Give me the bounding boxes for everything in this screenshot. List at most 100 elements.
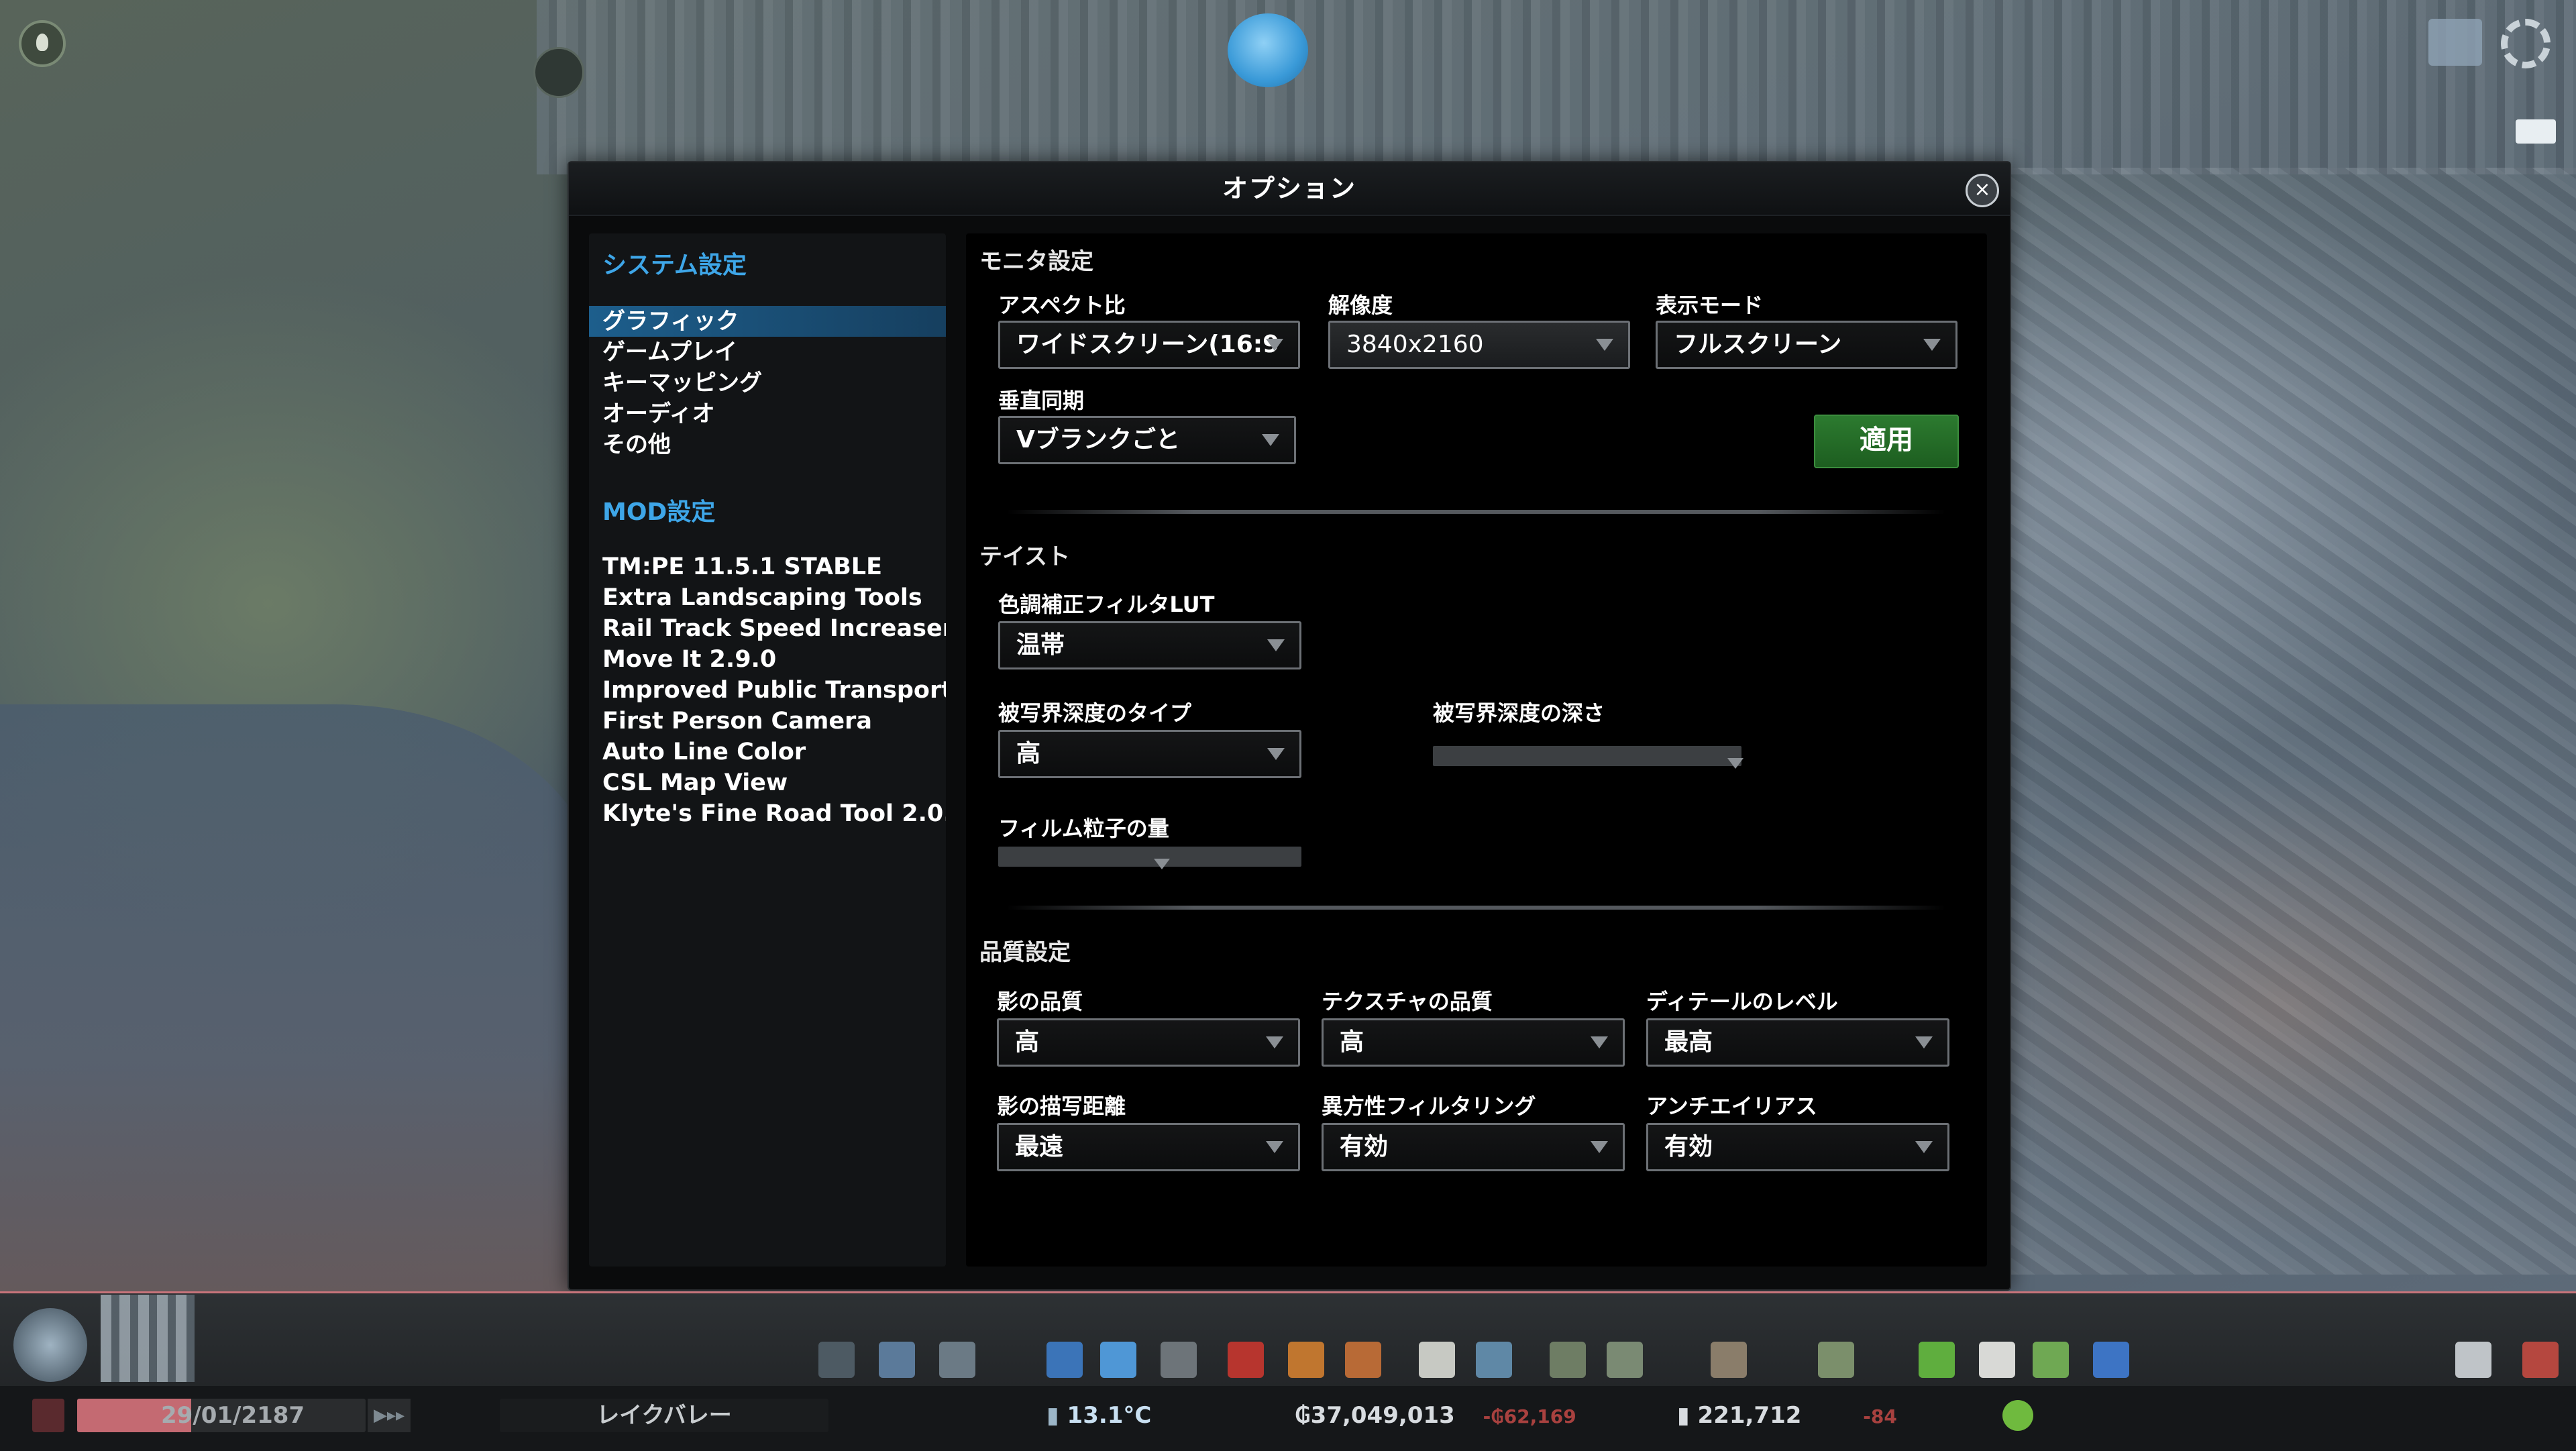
water-icon[interactable] — [1100, 1342, 1136, 1378]
dof-depth-slider[interactable] — [1433, 746, 1743, 769]
slider-handle[interactable] — [1727, 758, 1743, 769]
display-mode-value: フルスクリーン — [1674, 331, 1842, 358]
lut-dropdown[interactable]: 温帯 — [998, 621, 1301, 669]
mod-item[interactable]: CSL Map View — [589, 767, 946, 798]
city-name[interactable]: レイクバレー — [500, 1399, 828, 1432]
mod-item[interactable]: Rail Track Speed Increaser 2 — [589, 613, 946, 644]
dof-type-dropdown[interactable]: 高 — [998, 730, 1301, 778]
chevron-down-icon — [1262, 434, 1279, 446]
map-icon[interactable] — [2428, 19, 2482, 66]
date-text: 29/01/2187 — [161, 1402, 305, 1429]
shadow-distance-dropdown[interactable]: 最遠 — [997, 1123, 1300, 1171]
population-delta: -84 — [1863, 1405, 1897, 1428]
speed-button[interactable]: ▶▸▸ — [368, 1399, 411, 1432]
antialias-dropdown[interactable]: 有効 — [1646, 1123, 1949, 1171]
mod-item[interactable]: Auto Line Color — [589, 737, 946, 767]
roads-icon[interactable] — [818, 1342, 855, 1378]
aspect-dropdown[interactable]: ワイドスクリーン(16:9 — [998, 321, 1300, 369]
mod-item[interactable]: Klyte's Fine Road Tool 2.0.4 — [589, 798, 946, 829]
happiness-icon[interactable] — [2002, 1400, 2033, 1431]
mod-item[interactable]: Extra Landscaping Tools — [589, 582, 946, 613]
options-dialog: オプション × システム設定 グラフィック ゲームプレイ キーマッピング オーデ… — [568, 161, 2011, 1291]
location-pin-icon[interactable] — [19, 20, 66, 67]
education-icon[interactable] — [1419, 1342, 1455, 1378]
display-mode-dropdown[interactable]: フルスクリーン — [1656, 321, 1957, 369]
city-buildings-top — [537, 0, 2576, 174]
population-icon: ▮ — [1677, 1402, 1698, 1429]
chevron-down-icon — [1596, 339, 1613, 351]
policies-icon[interactable] — [1979, 1342, 2015, 1378]
detail-level-value: 最高 — [1664, 1028, 1713, 1056]
dof-depth-label: 被写界深度の深さ — [1433, 700, 1605, 726]
lut-value: 温帯 — [1016, 631, 1065, 659]
side-panel-tab[interactable] — [2516, 119, 2556, 144]
sidebar-item-misc[interactable]: その他 — [589, 429, 946, 460]
film-grain-label: フィルム粒子の量 — [998, 816, 1169, 841]
money-text: ₲37,049,013 — [1295, 1402, 1455, 1429]
police-icon[interactable] — [1345, 1342, 1381, 1378]
sidebar-item-graphics[interactable]: グラフィック — [589, 306, 946, 337]
chevron-down-icon — [1266, 1141, 1283, 1153]
monitor-settings-title: モニタ設定 — [979, 248, 1093, 275]
slider-handle[interactable] — [1154, 859, 1171, 869]
districts-icon[interactable] — [939, 1342, 975, 1378]
chevron-down-icon — [1591, 1141, 1608, 1153]
transport-icon[interactable] — [1476, 1342, 1512, 1378]
money-display[interactable]: ₲37,049,013 -₲62,169 — [1295, 1399, 1657, 1432]
money-icon[interactable] — [1919, 1342, 1955, 1378]
anisotropic-dropdown[interactable]: 有効 — [1322, 1123, 1625, 1171]
thermometer-icon: ▮ — [1046, 1402, 1067, 1429]
dof-type-label: 被写界深度のタイプ — [998, 700, 1192, 726]
fire-icon[interactable] — [1288, 1342, 1324, 1378]
population-display[interactable]: ▮ 221,712 -84 — [1677, 1399, 2053, 1432]
film-grain-slider[interactable] — [998, 847, 1301, 869]
resolution-dropdown[interactable]: 3840x2160 — [1328, 321, 1630, 369]
display-mode-label: 表示モード — [1656, 292, 1764, 318]
bulldozer-icon[interactable] — [2522, 1342, 2559, 1378]
mod-settings-heading: MOD設定 — [602, 498, 716, 526]
sidebar-item-gameplay[interactable]: ゲームプレイ — [589, 337, 946, 368]
chevron-down-icon — [1915, 1036, 1933, 1049]
close-icon[interactable]: × — [1966, 174, 1999, 207]
temperature-display: ▮ 13.1°C — [1046, 1399, 1221, 1432]
taste-title: テイスト — [979, 543, 1070, 570]
mod-item[interactable]: TM:PE 11.5.1 STABLE — [589, 551, 946, 582]
detail-level-dropdown[interactable]: 最高 — [1646, 1018, 1949, 1067]
apply-button[interactable]: 適用 — [1814, 415, 1959, 468]
traffic-light-icon[interactable] — [533, 47, 584, 98]
money-delta: -₲62,169 — [1483, 1405, 1576, 1428]
lut-label: 色調補正フィルタLUT — [998, 592, 1215, 617]
population-text: 221,712 — [1697, 1402, 1802, 1429]
texture-quality-dropdown[interactable]: 高 — [1322, 1018, 1625, 1067]
mod-item[interactable]: Move It 2.9.0 — [589, 644, 946, 675]
healthcare-icon[interactable] — [1228, 1342, 1264, 1378]
city-buildings-right — [1972, 168, 2576, 1275]
zoning-icon[interactable] — [879, 1342, 915, 1378]
vsync-dropdown[interactable]: Vブランクごと — [998, 416, 1296, 464]
garbage-icon[interactable] — [1161, 1342, 1197, 1378]
wonders-icon[interactable] — [1711, 1342, 1747, 1378]
sidebar-item-keymapping[interactable]: キーマッピング — [589, 368, 946, 398]
chevron-down-icon — [1267, 748, 1285, 760]
electricity-icon[interactable] — [1046, 1342, 1083, 1378]
mod-item[interactable]: Improved Public Transport 2 — [589, 675, 946, 706]
area-icon[interactable] — [2033, 1342, 2069, 1378]
chirper-bird-icon[interactable] — [1228, 13, 1308, 87]
options-sidebar: システム設定 グラフィック ゲームプレイ キーマッピング オーディオ その他 M… — [589, 233, 946, 1267]
beautification-icon[interactable] — [1550, 1342, 1586, 1378]
anisotropic-label: 異方性フィルタリング — [1322, 1093, 1536, 1119]
monuments-icon[interactable] — [1607, 1342, 1643, 1378]
city-info-icon[interactable] — [7, 1295, 208, 1389]
move-icon[interactable] — [2455, 1342, 2491, 1378]
resolution-label: 解像度 — [1328, 292, 1393, 318]
shadow-quality-dropdown[interactable]: 高 — [997, 1018, 1300, 1067]
sidebar-item-audio[interactable]: オーディオ — [589, 398, 946, 429]
pause-button[interactable] — [32, 1399, 64, 1432]
chevron-down-icon — [1266, 1036, 1283, 1049]
chevron-down-icon — [1267, 639, 1285, 651]
gear-icon[interactable] — [2501, 19, 2551, 68]
infoviews-icon[interactable] — [2093, 1342, 2129, 1378]
landscaping-icon[interactable] — [1818, 1342, 1854, 1378]
shadow-distance-value: 最遠 — [1015, 1133, 1064, 1161]
mod-item[interactable]: First Person Camera — [589, 706, 946, 737]
